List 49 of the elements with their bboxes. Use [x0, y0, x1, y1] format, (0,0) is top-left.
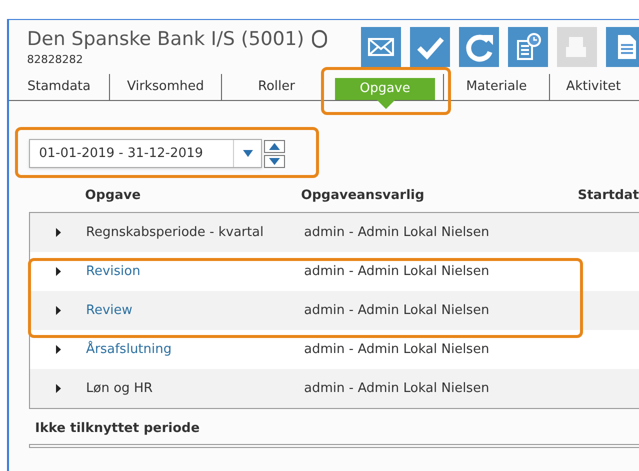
tab[interactable]: Stamdata — [9, 74, 109, 100]
checkmark-icon — [417, 37, 444, 60]
tab-pointer — [377, 100, 395, 109]
tab[interactable]: Virksomhed — [109, 74, 221, 100]
table-row[interactable]: Review admin - Admin Lokal Nielsen — [30, 291, 639, 330]
table-cell-text: admin - Admin Lokal Nielsen — [304, 302, 490, 320]
expand-arrow-icon[interactable] — [56, 306, 60, 315]
envelope-icon — [368, 38, 394, 56]
table-cell-text: Regnskabsperiode - kvartal — [86, 224, 265, 242]
up-triangle-icon — [269, 142, 280, 150]
tab[interactable]: Aktivitet — [549, 74, 637, 100]
expand-arrow-icon[interactable] — [56, 384, 60, 393]
refresh-icon — [466, 34, 493, 62]
up-arrow-button[interactable] — [264, 140, 285, 152]
toolbar-button[interactable] — [410, 27, 450, 67]
table-cell-text: Løn og HR — [86, 380, 154, 398]
column-header[interactable]: Startdat — [578, 186, 639, 206]
table-row[interactable]: Løn og HR admin - Admin Lokal Nielsen — [30, 369, 639, 408]
column-header[interactable]: Opgaveansvarlig — [300, 186, 578, 206]
section-label: Ikke tilknyttet periode — [35, 420, 201, 438]
tab[interactable]: Materiale — [443, 74, 549, 100]
down-triangle-icon — [269, 158, 280, 164]
toolbar-button[interactable] — [606, 27, 639, 67]
caret-icon — [242, 150, 252, 157]
toolbar-button[interactable] — [459, 27, 499, 67]
table-row[interactable]: Regnskabsperiode - kvartal admin - Admin Lokal Nielsen — [30, 213, 639, 252]
table-row[interactable]: Årsafslutning admin - Admin Lokal Nielsen — [30, 330, 639, 369]
expand-arrow-icon[interactable] — [56, 345, 60, 354]
table-cell-text: admin - Admin Lokal Nielsen — [304, 380, 490, 398]
table-cell-text: admin - Admin Lokal Nielsen — [304, 262, 490, 281]
task-link[interactable]: Review — [86, 300, 304, 320]
table-cell-text: admin - Admin Lokal Nielsen — [304, 340, 490, 359]
company-title: Den Spanske Bank I/S (5001) — [27, 27, 304, 52]
task-link[interactable]: Årsafslutning — [86, 340, 304, 360]
table-row[interactable]: Revision admin - Admin Lokal Nielsen — [30, 252, 639, 291]
task-link[interactable]: Revision — [86, 262, 304, 282]
toolbar-button[interactable] — [361, 27, 401, 67]
tab[interactable]: Roller — [221, 74, 331, 100]
toolbar-button[interactable] — [508, 27, 548, 67]
expand-arrow-icon[interactable] — [56, 267, 60, 276]
column-header[interactable]: Opgave — [85, 186, 301, 206]
table-cell-text: admin - Admin Lokal Nielsen — [304, 224, 490, 242]
clock-document-icon — [517, 33, 541, 60]
expand-arrow-icon[interactable] — [56, 228, 60, 237]
company-number: 82828282 — [27, 54, 84, 64]
printer-icon — [566, 37, 586, 57]
down-arrow-button[interactable] — [264, 154, 285, 168]
period-dropdown[interactable]: 01-01-2019 - 31-12-2019 — [29, 139, 262, 168]
document-icon — [618, 35, 636, 59]
